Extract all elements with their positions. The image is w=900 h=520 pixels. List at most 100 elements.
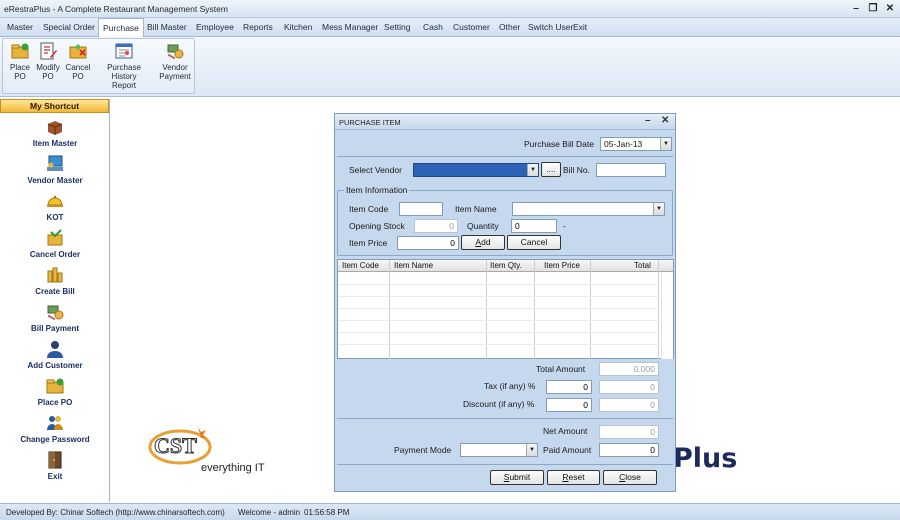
- paid-amount-label: Paid Amount: [543, 445, 592, 455]
- shortcut-change-password[interactable]: Change Password: [0, 413, 110, 444]
- bill-date-picker[interactable]: 05-Jan-13 ▼: [600, 137, 672, 151]
- col-item-code: Item Code: [342, 261, 379, 270]
- status-time: 01:56:58 PM: [304, 508, 350, 517]
- title-bar: eRestraPlus - A Complete Restaurant Mana…: [0, 0, 900, 18]
- item-information-legend: Item Information: [344, 185, 410, 195]
- menu-purchase[interactable]: Purchase: [98, 18, 144, 37]
- menu-cash[interactable]: Cash: [423, 18, 443, 36]
- opening-stock-input: 0: [414, 219, 458, 233]
- grid-scrollbar[interactable]: [661, 272, 673, 359]
- item-name-select[interactable]: ▼: [512, 202, 665, 216]
- menu-mess-manager[interactable]: Mess Manager: [322, 18, 378, 36]
- menu-customer[interactable]: Customer: [453, 18, 490, 36]
- menu-setting[interactable]: Setting: [384, 18, 410, 36]
- net-amount-label: Net Amount: [543, 426, 588, 436]
- paid-amount-input[interactable]: 0: [599, 443, 659, 457]
- chevron-down-icon: ▼: [526, 444, 537, 456]
- product-name-fragment: Plus: [673, 443, 738, 474]
- chevron-down-icon: ▼: [660, 138, 671, 150]
- folder-add-icon: [46, 378, 64, 394]
- items-grid[interactable]: Item Code Item Name Item Qty. Item Price…: [337, 259, 674, 359]
- menu-kitchen[interactable]: Kitchen: [284, 18, 312, 36]
- add-item-button[interactable]: Add: [461, 235, 505, 250]
- col-total: Total: [634, 261, 651, 270]
- place-po-button[interactable]: Place PO: [6, 41, 34, 81]
- vendor-select[interactable]: ▼: [413, 163, 539, 177]
- menu-master[interactable]: Master: [7, 18, 33, 36]
- shortcut-exit[interactable]: Exit: [0, 450, 110, 481]
- menu-switch-user[interactable]: Switch User: [528, 18, 573, 36]
- purchase-ribbon-group: Place PO Modify PO Cancel PO Purchase Histo…: [2, 38, 195, 94]
- monitor-icon: [47, 155, 63, 171]
- quantity-label: Quantity: [467, 221, 499, 231]
- total-amount-label: Total Amount: [536, 364, 586, 374]
- menu-exit[interactable]: Exit: [573, 18, 587, 36]
- folder-add-icon: [11, 43, 29, 59]
- col-item-qty: Item Qty.: [490, 261, 522, 270]
- tax-percent-input[interactable]: 0: [546, 380, 592, 394]
- item-code-input[interactable]: [399, 202, 443, 216]
- item-name-label: Item Name: [455, 204, 497, 214]
- shortcut-panel: My Shortcut Item Master Vendor Master KO…: [0, 99, 110, 502]
- dialog-close-icon[interactable]: ✕: [661, 115, 669, 126]
- report-icon: [115, 43, 133, 59]
- menu-bill-master[interactable]: Bill Master: [147, 18, 187, 36]
- bill-date-label: Purchase Bill Date: [524, 139, 594, 149]
- cancel-po-button[interactable]: Cancel PO: [63, 41, 93, 81]
- divider: [337, 156, 673, 157]
- shortcut-cancel-order[interactable]: Cancel Order: [0, 228, 110, 259]
- shortcut-bill-payment[interactable]: Bill Payment: [0, 302, 110, 333]
- submit-button[interactable]: Submit: [490, 470, 544, 485]
- developer-credit: Developed By: Chinar Softech (http://www…: [6, 508, 225, 517]
- menu-employee[interactable]: Employee: [196, 18, 234, 36]
- tax-label: Tax (if any) %: [484, 381, 536, 391]
- shortcut-vendor-master[interactable]: Vendor Master: [0, 154, 110, 185]
- shortcut-item-master[interactable]: Item Master: [0, 117, 110, 148]
- close-button[interactable]: Close: [603, 470, 657, 485]
- discount-amount-field: 0: [599, 398, 659, 412]
- shortcut-place-po[interactable]: Place PO: [0, 376, 110, 407]
- shortcut-create-bill[interactable]: Create Bill: [0, 265, 110, 296]
- window-title: eRestraPlus - A Complete Restaurant Mana…: [4, 4, 228, 14]
- discount-percent-input[interactable]: 0: [546, 398, 592, 412]
- cancel-item-button[interactable]: Cancel: [507, 235, 561, 250]
- menu-reports[interactable]: Reports: [243, 18, 273, 36]
- modify-po-button[interactable]: Modify PO: [34, 41, 62, 81]
- menu-other[interactable]: Other: [499, 18, 520, 36]
- bill-no-input[interactable]: [596, 163, 666, 177]
- item-price-input[interactable]: 0: [397, 236, 459, 250]
- tax-amount-field: 0: [599, 380, 659, 394]
- ribbon: Place PO Modify PO Cancel PO Purchase Histo…: [0, 37, 900, 97]
- menu-special-order[interactable]: Special Order: [43, 18, 95, 36]
- minimize-icon[interactable]: –: [849, 2, 863, 15]
- cancel-order-icon: [47, 229, 63, 246]
- exit-door-icon: [48, 451, 62, 469]
- divider: [337, 418, 673, 419]
- quantity-input[interactable]: 0: [511, 219, 557, 233]
- box-icon: [47, 121, 63, 135]
- vendor-payment-button[interactable]: Vendor Payment: [157, 41, 193, 81]
- item-price-label: Item Price: [349, 238, 388, 248]
- payment-icon: [167, 44, 184, 59]
- payment-mode-select[interactable]: ▼: [460, 443, 538, 457]
- menu-bar: Master Special Order Purchase Bill Maste…: [0, 18, 900, 37]
- dish-icon: [47, 195, 63, 207]
- item-code-label: Item Code: [349, 204, 389, 214]
- dialog-title-bar: PURCHASE ITEM – ✕: [335, 114, 675, 130]
- shortcut-add-customer[interactable]: Add Customer: [0, 339, 110, 370]
- col-item-name: Item Name: [394, 261, 434, 270]
- user-icon: [47, 341, 63, 358]
- quantity-unit-dash: -: [563, 221, 566, 231]
- reset-button[interactable]: Reset: [547, 470, 600, 485]
- purchase-history-report-button[interactable]: Purchase History Report: [94, 41, 154, 90]
- welcome-user: Welcome - admin: [238, 508, 301, 517]
- close-icon[interactable]: ✕: [883, 2, 897, 15]
- dialog-minimize-icon[interactable]: –: [645, 115, 651, 126]
- shortcut-kot[interactable]: KOT: [0, 191, 110, 222]
- total-amount-field: 0.000: [599, 362, 659, 376]
- svg-text:CST: CST: [154, 433, 197, 458]
- dialog-title: PURCHASE ITEM: [339, 118, 401, 127]
- browse-vendor-button[interactable]: ....: [541, 162, 561, 177]
- divider: [337, 464, 673, 465]
- restore-icon[interactable]: ❐: [866, 2, 880, 15]
